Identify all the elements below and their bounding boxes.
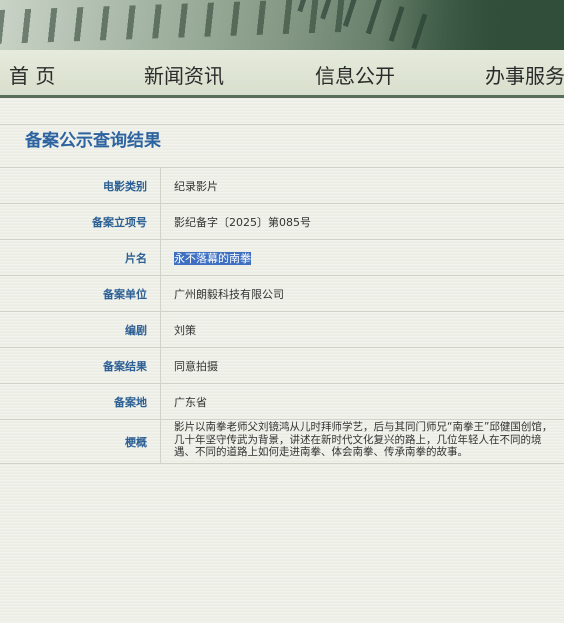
- field-label-place: 备案地: [0, 383, 161, 420]
- table-row: 备案结果 同意拍摄: [0, 347, 564, 384]
- main-nav: 首 页 新闻资讯 信息公开 办事服务: [0, 50, 564, 98]
- table-row: 备案单位 广州朗毅科技有限公司: [0, 275, 564, 312]
- banner-shade: [380, 0, 564, 50]
- page-title: 备案公示查询结果: [25, 131, 161, 151]
- record-table: 电影类别 纪录影片 备案立项号 影纪备字〔2025〕第085号 片名 永不落幕的…: [0, 167, 564, 464]
- field-value-company: 广州朗毅科技有限公司: [160, 275, 564, 312]
- table-row: 备案立项号 影纪备字〔2025〕第085号: [0, 203, 564, 240]
- field-label-title: 片名: [0, 239, 161, 276]
- field-value-writer: 刘策: [160, 311, 564, 348]
- table-row: 备案地 广东省: [0, 383, 564, 420]
- panel-divider: [0, 124, 564, 125]
- field-value-type: 纪录影片: [160, 167, 564, 204]
- field-label-summary: 梗概: [0, 419, 161, 464]
- nav-item-info-public[interactable]: 信息公开: [315, 60, 395, 89]
- field-label-writer: 编剧: [0, 311, 161, 348]
- field-label-type: 电影类别: [0, 167, 161, 204]
- field-value-summary: 影片以南拳老师父刘镜鸿从儿时拜师学艺，后与其同门师兄“南拳王”邱健国创馆，几十年…: [160, 419, 564, 464]
- field-label-number: 备案立项号: [0, 203, 161, 240]
- field-value-place: 广东省: [160, 383, 564, 420]
- field-value-title[interactable]: 永不落幕的南拳: [174, 251, 251, 265]
- nav-item-news[interactable]: 新闻资讯: [144, 60, 224, 89]
- header-banner: [0, 0, 564, 50]
- field-value-result: 同意拍摄: [160, 347, 564, 384]
- nav-item-services[interactable]: 办事服务: [485, 60, 564, 89]
- field-value-title-cell: 永不落幕的南拳: [160, 239, 564, 276]
- field-value-number: 影纪备字〔2025〕第085号: [160, 203, 564, 240]
- table-row: 电影类别 纪录影片: [0, 167, 564, 204]
- nav-item-home[interactable]: 首 页: [9, 60, 55, 89]
- field-label-company: 备案单位: [0, 275, 161, 312]
- table-row: 梗概 影片以南拳老师父刘镜鸿从儿时拜师学艺，后与其同门师兄“南拳王”邱健国创馆，…: [0, 419, 564, 464]
- table-row: 编剧 刘策: [0, 311, 564, 348]
- field-label-result: 备案结果: [0, 347, 161, 384]
- table-row: 片名 永不落幕的南拳: [0, 239, 564, 276]
